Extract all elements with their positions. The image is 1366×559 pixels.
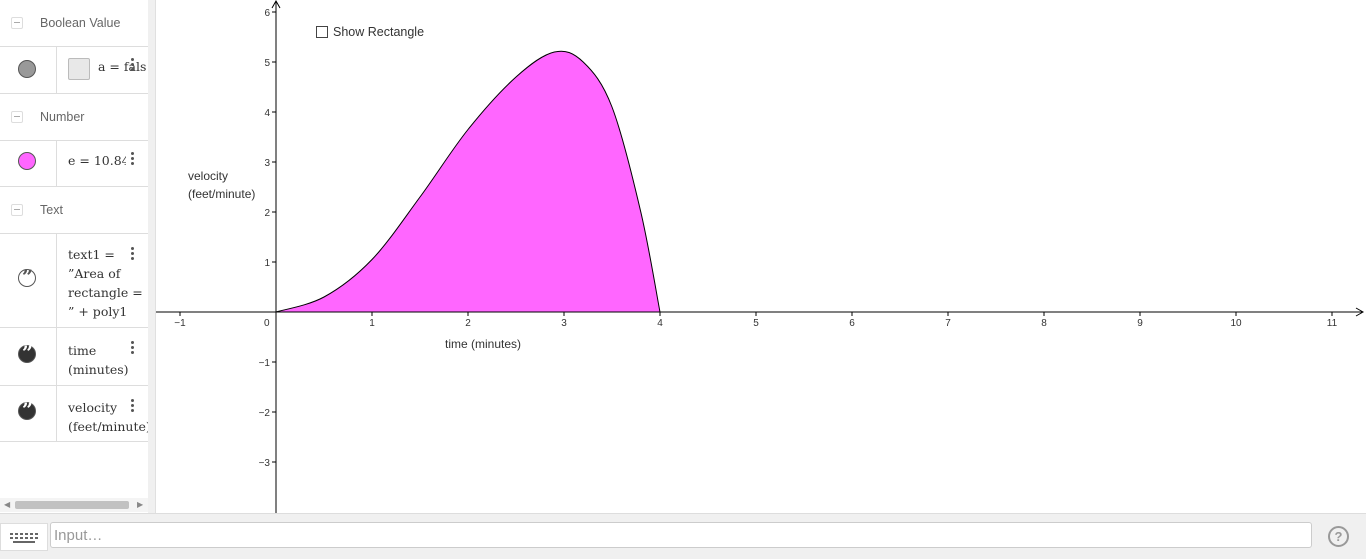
algebra-item-time[interactable]: ” time (minutes) [0, 328, 148, 386]
y-axis-label-line2: (feet/minute) [188, 187, 255, 201]
algebra-view: Boolean Value a = fals Number e = 10.84 … [0, 0, 149, 513]
horizontal-scrollbar[interactable]: ◀ ▶ [0, 498, 148, 512]
x-tick-label: −1 [174, 318, 186, 329]
input-placeholder: Input… [54, 527, 103, 544]
keyboard-icon [10, 533, 38, 543]
show-rectangle-checkbox[interactable]: Show Rectangle [316, 25, 424, 39]
y-tick-label: 1 [264, 258, 270, 269]
x-tick-label: 9 [1137, 318, 1143, 329]
keyboard-toggle-button[interactable] [0, 523, 48, 551]
group-header-boolean[interactable]: Boolean Value [0, 0, 148, 47]
x-tick-label: 2 [465, 318, 471, 329]
x-tick-label: 11 [1327, 318, 1338, 329]
quote-icon: ” [22, 266, 33, 288]
x-axis-label: time (minutes) [445, 337, 521, 351]
marble-cell [0, 46, 57, 93]
group-label: Text [40, 203, 63, 217]
algebra-item-text1[interactable]: ” text1 = ”Area of rectangle = ” + poly1 [0, 233, 148, 328]
plot-canvas[interactable]: −1 0 1 2 3 4 5 6 7 8 9 10 11 −3 −2 −1 1 2 3 4 5 6 time (minut… [156, 0, 1366, 513]
group-header-number[interactable]: Number [0, 94, 148, 141]
scrollbar-thumb[interactable] [15, 501, 129, 509]
x-tick-label: 10 [1230, 318, 1242, 329]
x-tick-label: 7 [945, 318, 951, 329]
marble-cell: ” [0, 328, 57, 385]
checkbox-icon[interactable] [316, 26, 328, 38]
visibility-marble-icon[interactable] [18, 60, 36, 78]
collapse-icon[interactable] [11, 17, 23, 29]
group-label: Number [40, 110, 85, 124]
collapse-icon[interactable] [11, 204, 23, 216]
x-tick-label: 8 [1041, 318, 1047, 329]
quote-icon: ” [22, 399, 33, 421]
more-menu-icon[interactable] [130, 152, 135, 167]
marble-cell: ” [0, 386, 57, 441]
visibility-marble-icon[interactable]: ” [18, 399, 36, 421]
y-tick-label: −3 [259, 458, 271, 469]
y-axis-label-line1: velocity [188, 169, 228, 183]
scroll-left-icon[interactable]: ◀ [4, 501, 10, 509]
algebra-item-e[interactable]: e = 10.84 [0, 140, 148, 187]
y-tick-label: 5 [264, 58, 270, 69]
area-under-curve[interactable] [275, 50, 661, 313]
visibility-marble-icon[interactable] [18, 152, 36, 170]
collapse-icon[interactable] [11, 111, 23, 123]
item-definition[interactable]: velocity (feet/minute) [68, 398, 148, 436]
y-tick-label: 4 [264, 108, 270, 119]
more-menu-icon[interactable] [130, 247, 135, 262]
x-tick-label: 5 [753, 318, 759, 329]
axis-ticks: −1 0 1 2 3 4 5 6 7 8 9 10 11 −3 −2 −1 1 2 3 4 5 6 [174, 8, 1337, 469]
y-tick-label: 6 [264, 8, 270, 19]
x-tick-label: 4 [657, 318, 663, 329]
y-tick-label: 3 [264, 158, 270, 169]
x-tick-label: 3 [561, 318, 567, 329]
algebra-item-velocity[interactable]: ” velocity (feet/minute) [0, 386, 148, 442]
panel-divider[interactable] [148, 0, 156, 513]
axes [156, 0, 1365, 513]
input-field[interactable]: Input… [50, 522, 1312, 548]
group-label: Boolean Value [40, 16, 121, 30]
checkbox-label[interactable]: Show Rectangle [333, 25, 424, 39]
scroll-right-icon[interactable]: ▶ [137, 501, 143, 509]
help-button[interactable]: ? [1328, 526, 1349, 547]
graphics-view[interactable]: −1 0 1 2 3 4 5 6 7 8 9 10 11 −3 −2 −1 1 2 3 4 5 6 time (minut… [156, 0, 1366, 513]
item-definition[interactable]: a = fals [98, 57, 148, 76]
x-tick-label: 6 [849, 318, 855, 329]
marble-cell: ” [0, 233, 57, 327]
quote-icon: ” [22, 342, 33, 364]
group-header-text[interactable]: Text [0, 187, 148, 234]
more-menu-icon[interactable] [130, 58, 135, 73]
y-tick-label: 2 [264, 208, 270, 219]
y-tick-label: −1 [259, 358, 271, 369]
more-menu-icon[interactable] [130, 341, 135, 356]
more-menu-icon[interactable] [130, 399, 135, 414]
visibility-marble-icon[interactable]: ” [18, 266, 36, 288]
x-tick-label: 1 [369, 318, 375, 329]
algebra-item-a[interactable]: a = fals [0, 46, 148, 94]
item-definition[interactable]: e = 10.84 [68, 151, 126, 170]
checkbox-icon[interactable] [68, 58, 90, 80]
y-tick-label: −2 [259, 408, 271, 419]
marble-cell [0, 140, 57, 186]
item-definition[interactable]: time (minutes) [68, 341, 129, 379]
visibility-marble-icon[interactable]: ” [18, 342, 36, 364]
input-bar: Input… ? [0, 513, 1366, 559]
x-tick-label: 0 [264, 318, 270, 329]
